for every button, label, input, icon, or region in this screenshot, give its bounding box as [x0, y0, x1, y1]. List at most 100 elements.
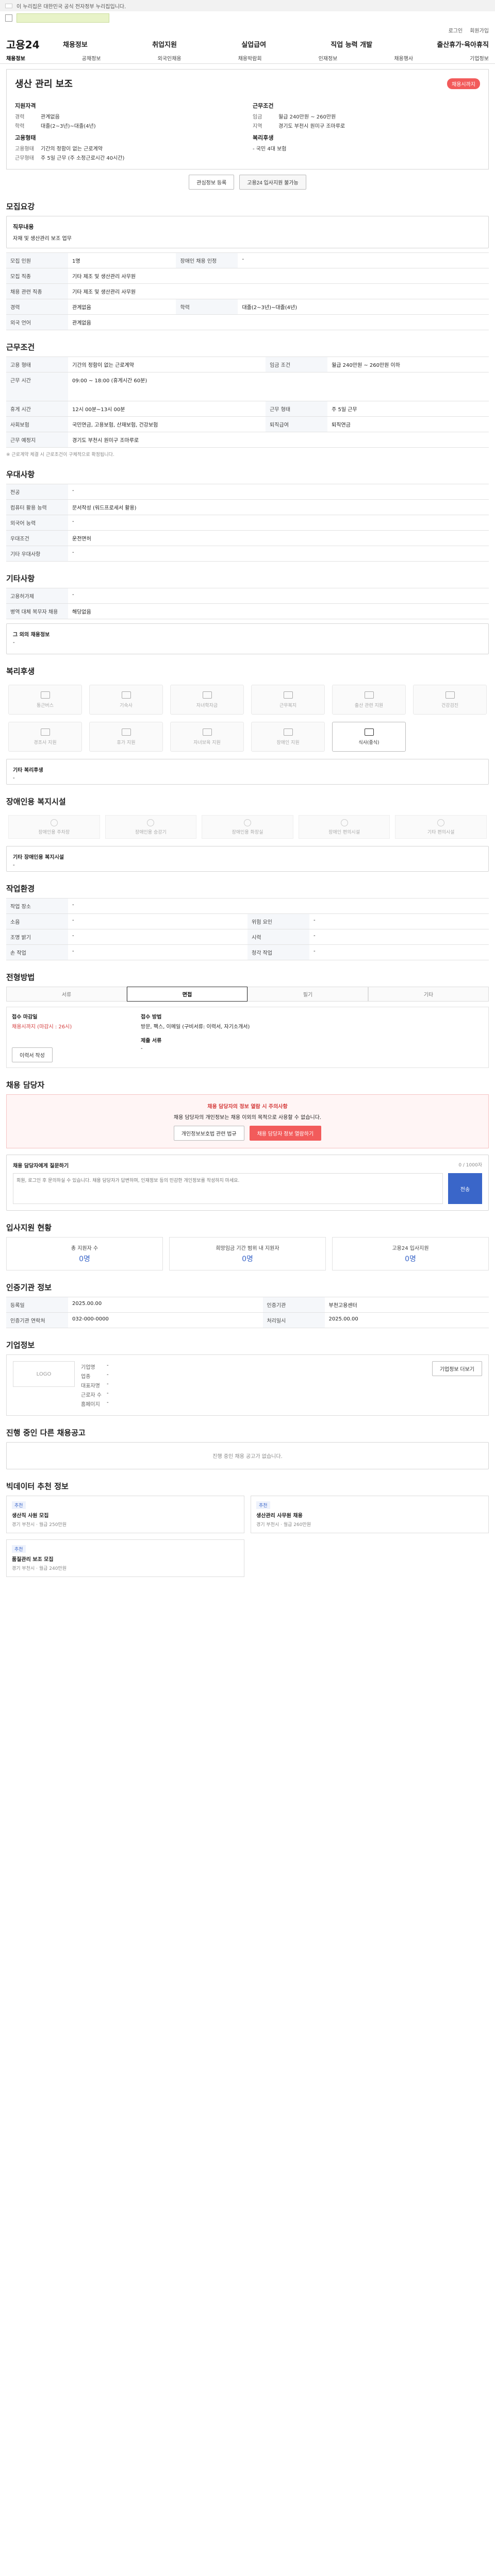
login-link[interactable]: 로그인: [449, 26, 463, 34]
section-title: 전형방법: [6, 973, 35, 982]
sub-nav-item[interactable]: 외국인채용: [158, 54, 182, 62]
tab-written[interactable]: 필기: [248, 987, 368, 1002]
welfare-section: 복리후생 통근버스 기숙사 자녀학자금 근무복지 출산 관련 지원 건강검진 경…: [6, 664, 489, 785]
tab-etc[interactable]: 기타: [368, 987, 489, 1002]
cell-header: 퇴직급여: [266, 416, 328, 432]
cell: 월급 240만원 ~ 260만원 이하: [327, 357, 489, 372]
info-section: 인증기관 정보 등록일 2025.00.00 인증기관 부천고용센터 인증기관 연락처…: [6, 1280, 489, 1328]
convenience-icon: [340, 819, 348, 826]
main-nav-item[interactable]: 실업급여: [241, 39, 266, 49]
company-section: 기업정보 LOGO 기업명 - 업종 - 대표자명 - 근로자 수- 홈페이지 - 기업…: [6, 1337, 489, 1416]
stat-label: 희망임금 기간 범위 내 지원자: [216, 1246, 279, 1251]
sub-nav-item[interactable]: 채용행사: [394, 54, 413, 62]
sub-nav-item[interactable]: 인재정보: [319, 54, 338, 62]
recommend-title[interactable]: 생산관리 사무원 채용: [256, 1511, 483, 1519]
table-row: 모집 직종 기타 제조 및 생산관리 사무원: [6, 268, 489, 284]
welfare-item: 경조사 지원: [8, 722, 82, 752]
section-label: 고용형태: [15, 134, 36, 141]
welfare-label: 자녀학자금: [196, 703, 218, 708]
work-note: ※ 근로계약 체결 시 근로조건이 구체적으로 확정됩니다.: [6, 452, 114, 457]
etc-more-label: 그 외의 채용정보: [13, 632, 50, 638]
search-input[interactable]: [16, 13, 109, 23]
section-title: 채용 담당자: [6, 1080, 45, 1090]
table-row: 외국 언어 관계없음: [6, 314, 489, 330]
tab-document[interactable]: 서류: [6, 987, 127, 1002]
cell-header: 고용허가제: [6, 588, 68, 604]
recommend-title[interactable]: 생산직 사원 모집: [12, 1511, 239, 1519]
cell-header: 근무 예정지: [6, 432, 68, 448]
cell-header: 근무 시간: [6, 372, 68, 401]
field-value: -: [107, 1381, 109, 1387]
table-row: 기타 우대사항 -: [6, 546, 489, 562]
main-nav-item[interactable]: 채용정보: [63, 39, 88, 49]
join-link[interactable]: 회원가입: [470, 26, 489, 34]
recommend-title[interactable]: 품질관리 보조 모집: [12, 1555, 239, 1563]
recruit-table: 모집 인원 1명 장애인 채용 인정 - 모집 직종 기타 제조 및 생산관리 사무원 …: [6, 252, 489, 330]
job-actions: 관심정보 등록 고용24 입사지원 불가능: [6, 175, 489, 190]
home-icon[interactable]: [5, 14, 12, 22]
apply-disabled-button[interactable]: 고용24 입사지원 불가능: [239, 175, 306, 190]
disability-label: 기타 편의시설: [427, 829, 455, 835]
field-value: -: [107, 1391, 109, 1396]
sub-nav-item[interactable]: 채용정보: [6, 54, 25, 62]
sub-nav-item[interactable]: 채용박람회: [238, 54, 262, 62]
duty-label: 직무내용: [13, 224, 34, 230]
welfare-item: 통근버스: [8, 685, 82, 715]
main-nav-item[interactable]: 직업 능력 개발: [331, 39, 372, 49]
contact-notice: 채용 담당자의 정보 열람 시 주의사항 채용 담당자의 개인정보는 채용 이외…: [6, 1094, 489, 1148]
recommend-card[interactable]: 추천 생산관리 사무원 채용 경기 부천시 · 월급 260만원: [251, 1496, 489, 1533]
section-title: 진행 중인 다른 채용공고: [6, 1428, 86, 1437]
bus-icon: [40, 691, 50, 699]
hiring-detail: 접수 마감일 채용시까지 (마감시 : 26시) 이력서 작성 접수 방법 방문…: [6, 1007, 489, 1068]
field-value: 기간의 정함이 없는 근로계약: [41, 146, 103, 152]
privacy-law-button[interactable]: 개인정보보호법 관련 법규: [173, 1126, 244, 1141]
cell-header: 인증기관: [262, 1297, 325, 1313]
table-row: 등록일 2025.00.00 인증기관 부천고용센터: [6, 1297, 489, 1313]
table-row: 채용 관련 직종 기타 제조 및 생산관리 사무원: [6, 283, 489, 299]
main-nav-item[interactable]: 취업지원: [152, 39, 177, 49]
cell-header: 손 작업: [6, 944, 68, 960]
field-value: -: [107, 1363, 109, 1368]
cell: 2025.00.00: [324, 1312, 489, 1328]
cell-header: 사회보험: [6, 416, 68, 432]
cell-header: 기타 우대사항: [6, 546, 68, 562]
field-label: 근로자 수: [81, 1393, 102, 1398]
inquiry-send-button[interactable]: 전송: [448, 1173, 482, 1204]
cell-header: 고용 형태: [6, 357, 68, 372]
welfare-label: 휴가 지원: [117, 740, 136, 745]
field-value: 관계없음: [41, 114, 60, 120]
inquiry-input[interactable]: [13, 1173, 443, 1204]
sub-nav-item[interactable]: 공채정보: [82, 54, 101, 62]
cell-header: 모집 직종: [6, 268, 68, 284]
section-label: 복리후생: [253, 134, 274, 141]
recommend-card[interactable]: 추천 생산직 사원 모집 경기 부천시 · 월급 250만원: [6, 1496, 244, 1533]
cell: -: [68, 929, 248, 945]
site-logo[interactable]: 고용24: [6, 37, 47, 52]
job-summary: 생산 관리 보조 채용시까지 지원자격 경력 관계없음 학력 대졸(2~3년)~대졸…: [6, 69, 489, 170]
cell-header: 휴게 시간: [6, 401, 68, 417]
recommend-grid: 추천 생산직 사원 모집 경기 부천시 · 월급 250만원 추천 생산관리 사무원 …: [6, 1496, 489, 1577]
field-value: 경기도 부천시 원미구 조마루로: [278, 124, 345, 129]
recommend-card[interactable]: 추천 품질관리 보조 모집 경기 부천시 · 월급 240만원: [6, 1539, 244, 1577]
util-nav: 로그인 회원가입: [0, 25, 495, 35]
resume-button[interactable]: 이력서 작성: [12, 1047, 53, 1062]
welfare-label: 건강검진: [441, 703, 459, 708]
meal-icon: [364, 728, 374, 736]
interest-button[interactable]: 관심정보 등록: [189, 175, 235, 190]
stat-card: 고용24 입사지원 0명: [332, 1237, 489, 1270]
cell: -: [309, 913, 489, 929]
sub-nav-item[interactable]: 기업정보: [470, 54, 489, 62]
view-contact-button[interactable]: 채용 담당자 정보 열람하기: [249, 1126, 322, 1141]
main-nav-item[interactable]: 출산휴가·육아휴직: [437, 39, 489, 49]
company-more-button[interactable]: 기업정보 더보기: [432, 1361, 482, 1376]
field-label: 지역: [253, 124, 262, 129]
inquiry-count: 0 / 1000자: [458, 1163, 482, 1168]
section-title: 우대사항: [6, 470, 35, 479]
field-label: 학력: [15, 124, 25, 129]
disability-other-label: 기타 장애인용 복지시설: [13, 855, 64, 860]
cell-header: 컴퓨터 활용 능력: [6, 499, 68, 515]
tab-interview[interactable]: 면접: [127, 987, 248, 1002]
vacation-icon: [121, 728, 131, 736]
field-value: -: [107, 1372, 109, 1378]
cell-header: 근무 형태: [266, 401, 328, 417]
